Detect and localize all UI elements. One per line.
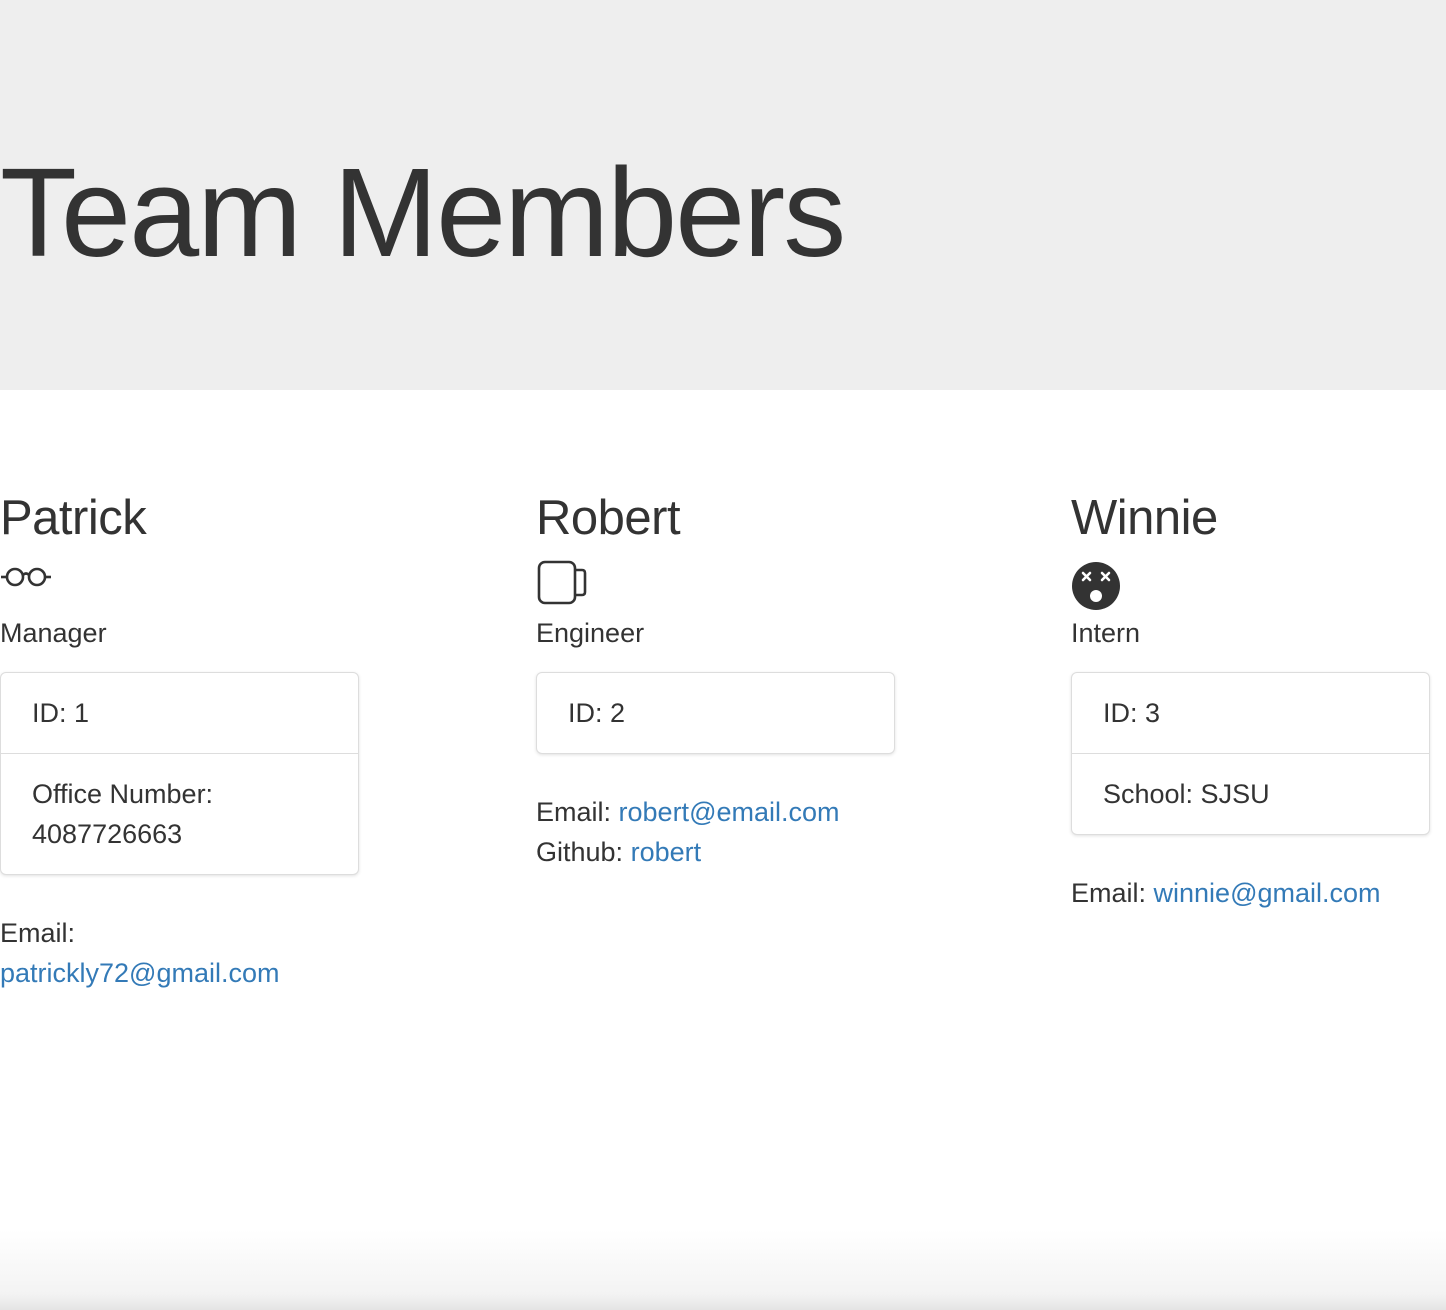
member-role: Manager: [0, 618, 107, 648]
contact-section: Email: patrickly72@gmail.com: [0, 913, 330, 993]
info-item-id: ID: 3: [1103, 698, 1161, 728]
contact-section: Email: robert@email.com Github: robert: [536, 792, 916, 872]
github-line: Github: robert: [536, 832, 916, 872]
header-banner: Team Members: [0, 0, 1446, 390]
member-name: Patrick: [0, 491, 147, 545]
page-title: Team Members: [0, 142, 846, 283]
member-card-manager: Patrick Manager ID: 1 Office Number: 408…: [0, 490, 380, 993]
info-list: ID: 1 Office Number: 4087726663: [0, 672, 359, 875]
member-card-engineer: Robert Engineer ID: 2 Email: robert@emai…: [536, 490, 916, 872]
github-label: Github:: [536, 837, 624, 867]
member-card-intern: Winnie Intern ID: 3 School: SJSU Email: …: [1071, 490, 1446, 913]
email-link[interactable]: winnie@gmail.com: [1154, 878, 1381, 908]
info-item-id: ID: 2: [568, 698, 626, 728]
info-item-school: School: SJSU: [1072, 753, 1429, 834]
email-label: Email:: [536, 797, 612, 827]
info-item-id: ID: 1: [32, 698, 90, 728]
member-role: Intern: [1071, 618, 1141, 648]
member-name: Winnie: [1071, 491, 1218, 545]
info-list: ID: 3 School: SJSU: [1071, 672, 1430, 835]
email-line: Email: robert@email.com: [536, 792, 916, 832]
email-line: Email: patrickly72@gmail.com: [0, 913, 330, 993]
email-label: Email:: [1071, 878, 1147, 908]
info-list: ID: 2: [536, 672, 895, 754]
mug-icon: [536, 560, 596, 610]
member-name: Robert: [536, 491, 681, 545]
contact-section: Email: winnie@gmail.com: [1071, 873, 1446, 913]
email-label: Email:: [0, 918, 76, 948]
member-role: Engineer: [536, 618, 645, 648]
bottom-shadow: [0, 1230, 1446, 1310]
info-item-office-number: Office Number: 4087726663: [1, 753, 358, 874]
glasses-icon: [0, 560, 60, 610]
email-link[interactable]: robert@email.com: [619, 797, 840, 827]
dizzy-face-icon: [1071, 560, 1131, 610]
email-line: Email: winnie@gmail.com: [1071, 873, 1446, 913]
github-link[interactable]: robert: [631, 837, 702, 867]
email-link[interactable]: patrickly72@gmail.com: [0, 953, 330, 993]
